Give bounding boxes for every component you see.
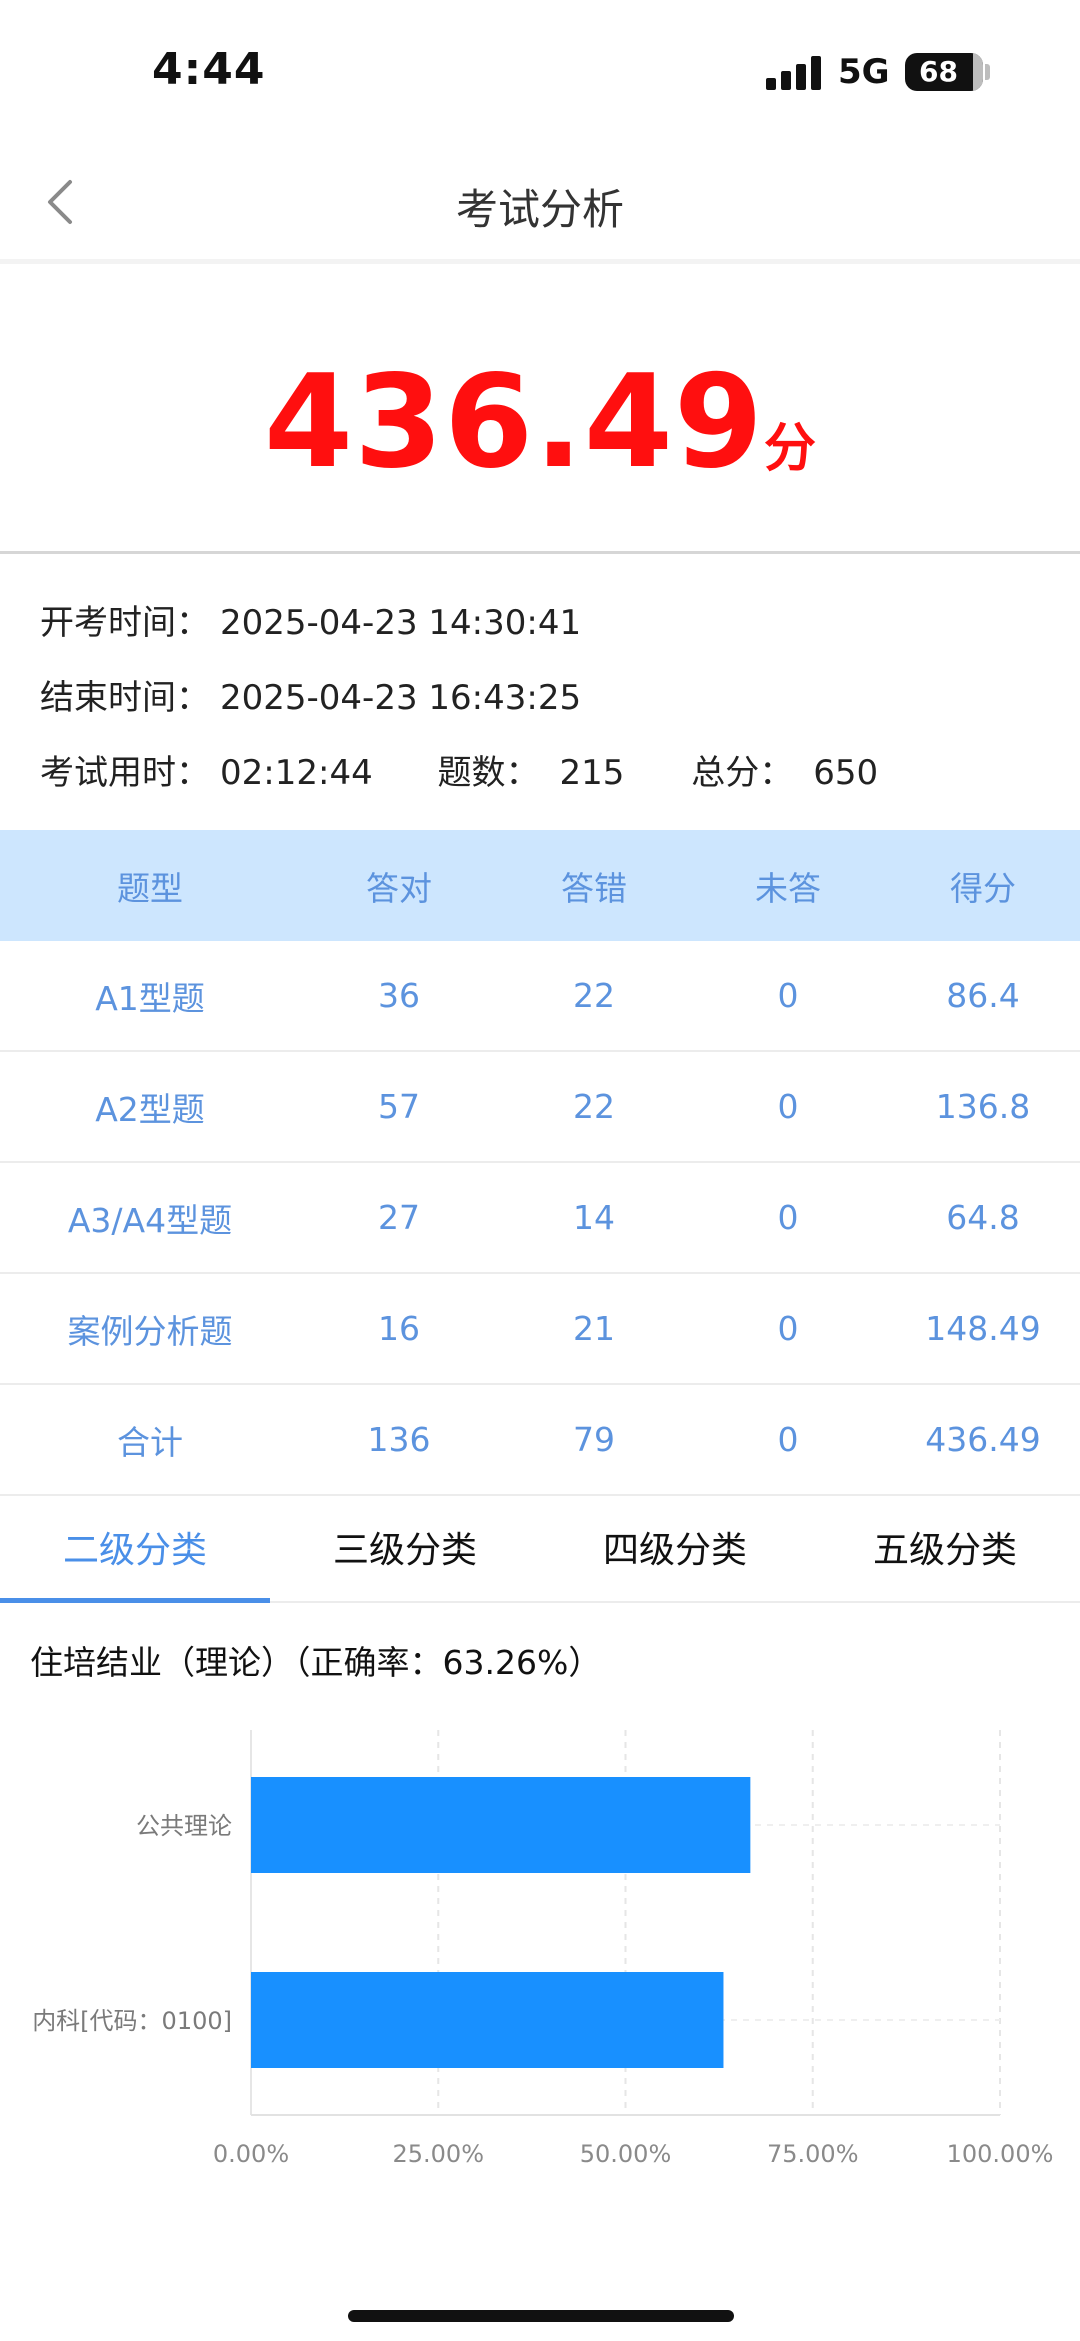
signal-icon <box>766 56 824 90</box>
home-indicator[interactable] <box>348 2310 734 2322</box>
x-tick-label: 100.00% <box>947 2140 1054 2168</box>
header-correct: 答对 <box>366 868 432 908</box>
battery-icon: 68 <box>905 53 983 91</box>
tab-level-4[interactable]: 四级分类 <box>540 1493 810 1601</box>
page-title: 考试分析 <box>455 185 624 234</box>
y-tick-label: 内科[代码：0100] <box>32 2007 232 2035</box>
cell-wrong: 79 <box>573 1420 615 1459</box>
bar <box>251 1972 724 2068</box>
question-count-label: 题数： <box>437 753 540 793</box>
table-row: 案例分析题 16 21 0 148.49 <box>0 1274 1080 1385</box>
cell-score: 136.8 <box>935 1087 1031 1126</box>
total-points-label: 总分： <box>691 753 794 793</box>
x-tick-label: 75.00% <box>767 2140 859 2168</box>
duration-value: 02:12:44 <box>220 753 373 793</box>
section-title: 住培结业（理论）（正确率：63.26%） <box>30 1643 602 1682</box>
x-tick-label: 0.00% <box>213 2140 289 2168</box>
cell-unanswered: 0 <box>777 1420 799 1459</box>
cell-correct: 27 <box>378 1198 420 1237</box>
table-row: A1型题 36 22 0 86.4 <box>0 941 1080 1052</box>
total-points-value: 650 <box>813 753 879 793</box>
cell-wrong: 22 <box>573 1087 615 1126</box>
cell-unanswered: 0 <box>777 1198 799 1237</box>
header-wrong: 答错 <box>561 868 627 908</box>
x-tick-label: 25.00% <box>392 2140 484 2168</box>
header-score: 得分 <box>950 868 1016 908</box>
nav-bar: 考试分析 <box>0 140 1080 264</box>
header-unanswered: 未答 <box>755 868 821 908</box>
cell-correct: 36 <box>378 976 420 1015</box>
cell-type: 案例分析题 <box>67 1311 233 1351</box>
exam-stats-row: 考试用时： 02:12:44 题数： 215 总分： 650 <box>40 745 878 794</box>
header-type: 题型 <box>117 868 183 908</box>
cell-correct: 57 <box>378 1087 420 1126</box>
cell-type: 合计 <box>117 1422 183 1462</box>
table-row: A3/A4型题 27 14 0 64.8 <box>0 1163 1080 1274</box>
cell-correct: 136 <box>367 1420 431 1459</box>
battery-level: 68 <box>919 55 958 88</box>
cell-unanswered: 0 <box>777 1309 799 1348</box>
cell-type: A3/A4型题 <box>67 1200 233 1240</box>
cell-correct: 16 <box>378 1309 420 1348</box>
tab-level-2[interactable]: 二级分类 <box>0 1493 270 1603</box>
tab-level-3[interactable]: 三级分类 <box>270 1493 540 1601</box>
cell-unanswered: 0 <box>777 1087 799 1126</box>
bar <box>251 1777 751 1873</box>
cell-score: 86.4 <box>946 976 1020 1015</box>
cell-unanswered: 0 <box>777 976 799 1015</box>
table-header: 题型 答对 答错 未答 得分 <box>0 830 1080 941</box>
x-tick-label: 50.00% <box>580 2140 672 2168</box>
y-tick-label: 公共理论 <box>136 1812 232 1840</box>
score-value: 436.49 <box>264 348 764 497</box>
start-time-label: 开考时间： <box>40 603 210 643</box>
status-bar: 4:44 5G 68 <box>0 0 1080 140</box>
tab-level-5[interactable]: 五级分类 <box>810 1493 1080 1601</box>
table-row-total: 合计 136 79 0 436.49 <box>0 1385 1080 1496</box>
network-type: 5G <box>838 52 890 92</box>
cell-type: A2型题 <box>95 1089 205 1129</box>
accuracy-bar-chart: 公共理论内科[代码：0100] 0.00% 25.00% 50.00% 75.00% 10… <box>32 1730 1054 2168</box>
start-time-row: 开考时间： 2025-04-23 14:30:41 <box>40 595 581 644</box>
status-time: 4:44 <box>152 44 266 95</box>
question-count-value: 215 <box>559 753 625 793</box>
cell-type: A1型题 <box>95 978 205 1018</box>
score-unit: 分 <box>763 419 816 479</box>
cell-score: 148.49 <box>925 1309 1041 1348</box>
cell-score: 436.49 <box>925 1420 1041 1459</box>
score-area: 436.49分 <box>0 268 1080 554</box>
category-tabs: 二级分类 三级分类 四级分类 五级分类 <box>0 1493 1080 1603</box>
start-time-value: 2025-04-23 14:30:41 <box>220 603 582 643</box>
end-time-value: 2025-04-23 16:43:25 <box>220 678 582 718</box>
cell-score: 64.8 <box>946 1198 1020 1237</box>
table-row: A2型题 57 22 0 136.8 <box>0 1052 1080 1163</box>
score-table: 题型 答对 答错 未答 得分 A1型题 36 22 0 86.4 A2型题 57… <box>0 830 1080 1496</box>
total-score: 436.49分 <box>0 348 1080 497</box>
duration-label: 考试用时： <box>40 753 210 793</box>
end-time-row: 结束时间： 2025-04-23 16:43:25 <box>40 670 581 719</box>
cell-wrong: 21 <box>573 1309 615 1348</box>
cell-wrong: 22 <box>573 976 615 1015</box>
end-time-label: 结束时间： <box>40 678 210 718</box>
cell-wrong: 14 <box>573 1198 615 1237</box>
